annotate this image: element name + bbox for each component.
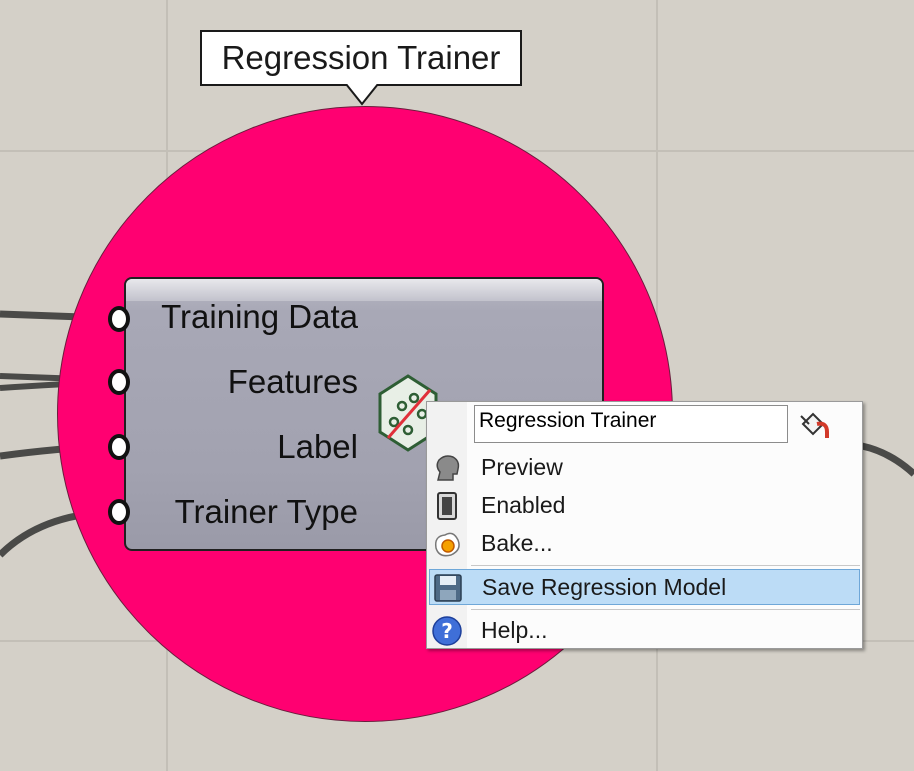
tooltip-tail [345, 84, 379, 106]
input-grip-features[interactable] [108, 369, 130, 395]
menu-item-label: Enabled [481, 492, 566, 518]
menu-item-bake[interactable]: Bake... [429, 526, 860, 562]
bake-egg-icon [434, 532, 460, 557]
help-icon: ? [432, 616, 462, 646]
paint-bucket-icon[interactable] [797, 410, 831, 440]
component-context-menu: Regression Trainer Preview Enabled Bake.… [426, 401, 863, 649]
input-label-training-data: Training Data [161, 298, 358, 335]
menu-item-label: Preview [481, 454, 563, 480]
menu-item-help[interactable]: ? Help... [429, 613, 860, 649]
input-label-features: Features [227, 363, 358, 400]
input-grip-label[interactable] [108, 434, 130, 460]
component-name-tooltip: Regression Trainer [200, 30, 522, 86]
menu-item-label: Save Regression Model [482, 574, 727, 600]
wire-output [861, 442, 914, 477]
svg-text:?: ? [441, 619, 453, 643]
input-label-label: Label [277, 428, 358, 465]
input-label-trainer-type: Trainer Type [174, 493, 358, 530]
input-grip-trainer-type[interactable] [108, 499, 130, 525]
menu-item-label: Help... [481, 617, 548, 643]
menu-separator [471, 609, 860, 610]
menu-item-preview[interactable]: Preview [429, 450, 860, 486]
input-grip-training-data[interactable] [108, 306, 130, 332]
menu-item-enabled[interactable]: Enabled [429, 488, 860, 524]
preview-head-icon [436, 455, 460, 481]
menu-item-save-regression-model[interactable]: Save Regression Model [429, 569, 860, 605]
menu-separator [471, 565, 860, 566]
menu-icon-gutter [427, 402, 467, 648]
menu-item-label: Bake... [481, 530, 553, 556]
save-disk-icon [434, 574, 462, 602]
component-name-field[interactable]: Regression Trainer [474, 405, 788, 443]
enabled-switch-icon [437, 492, 457, 520]
